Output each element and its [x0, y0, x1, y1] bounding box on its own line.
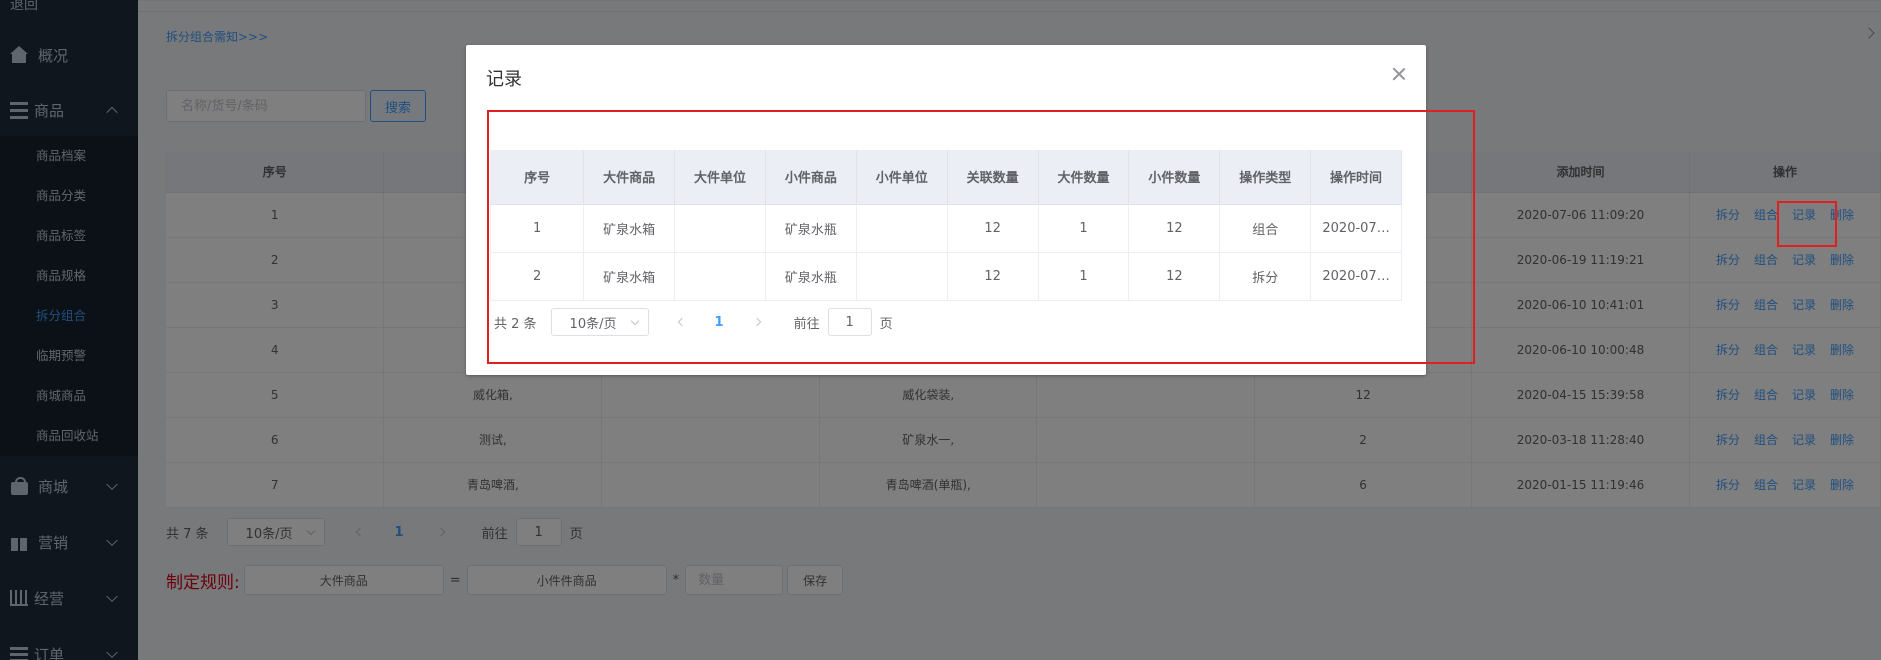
highlight-box-record-button — [1777, 201, 1837, 247]
dialog-title: 记录 — [486, 69, 522, 90]
highlight-box-record-table — [487, 110, 1475, 364]
close-icon[interactable] — [1392, 67, 1406, 81]
